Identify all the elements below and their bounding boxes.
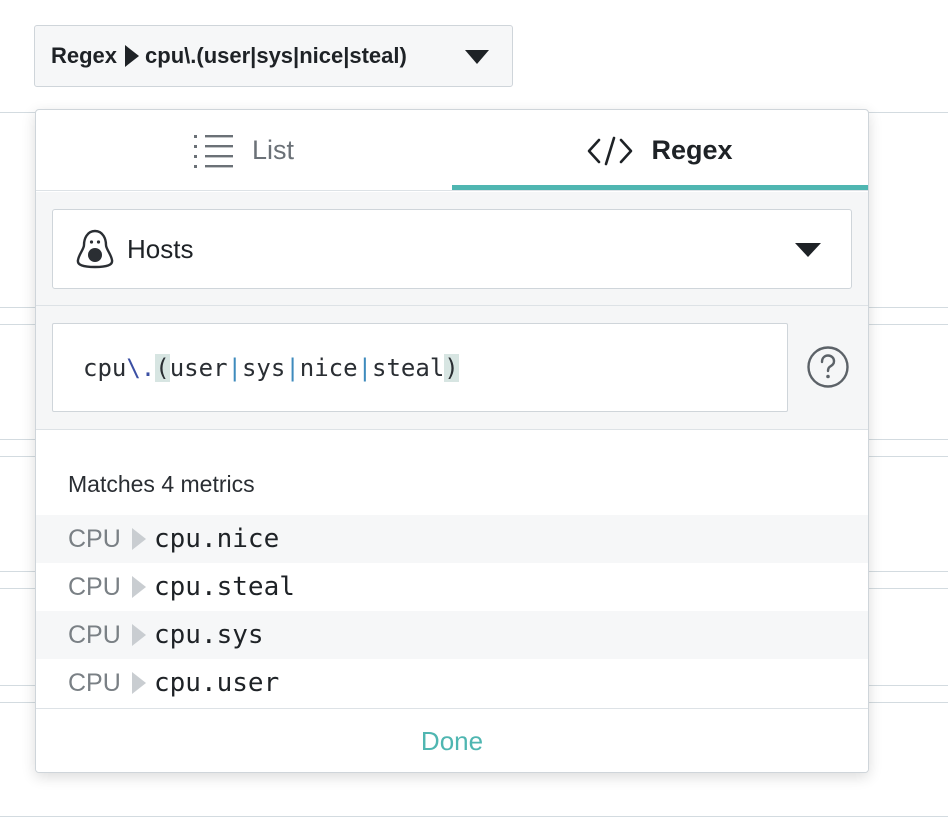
active-tab-indicator bbox=[452, 185, 868, 190]
regex-token: steal bbox=[372, 353, 445, 382]
help-icon[interactable] bbox=[806, 345, 850, 394]
regex-token: sys bbox=[241, 353, 286, 382]
scope-dropdown[interactable]: Hosts bbox=[52, 209, 852, 289]
breadcrumb-arrow-icon bbox=[132, 528, 146, 550]
metric-name: cpu.sys bbox=[154, 620, 264, 650]
tab-regex[interactable]: Regex bbox=[452, 110, 868, 191]
list-item[interactable]: CPU cpu.sys bbox=[36, 611, 868, 659]
regex-input[interactable]: cpu \.(user | sys | nice | steal) bbox=[52, 323, 788, 412]
metric-selector-trigger[interactable]: Regex cpu\.(user|sys|nice|steal) bbox=[34, 25, 513, 87]
caret-down-icon bbox=[465, 50, 489, 64]
regex-token: user bbox=[169, 353, 228, 382]
trigger-mode-label: Regex bbox=[51, 43, 118, 68]
results-list: Matches 4 metrics CPU cpu.nice CPU cpu.s… bbox=[36, 430, 868, 709]
penguin-icon bbox=[75, 229, 115, 269]
scope-section: Hosts bbox=[36, 192, 868, 306]
regex-group-close: ) bbox=[444, 353, 459, 382]
metric-category: CPU bbox=[68, 668, 121, 697]
list-icon bbox=[193, 134, 234, 168]
metric-name: cpu.nice bbox=[154, 524, 280, 554]
regex-group-open: ( bbox=[155, 353, 170, 382]
metric-name: cpu.user bbox=[154, 668, 280, 698]
list-item[interactable]: CPU cpu.steal bbox=[36, 563, 868, 611]
metric-name: cpu.steal bbox=[154, 572, 295, 602]
breadcrumb-arrow-icon bbox=[132, 624, 146, 646]
metric-selector-popover: List Regex Hosts cpu \. (user | sys | n… bbox=[35, 109, 869, 773]
caret-down-icon bbox=[795, 243, 821, 257]
breadcrumb-arrow-icon bbox=[125, 45, 140, 67]
trigger-pattern-label: cpu\.(user|sys|nice|steal) bbox=[145, 43, 407, 68]
metric-category: CPU bbox=[68, 524, 121, 553]
list-item[interactable]: CPU cpu.user bbox=[36, 659, 868, 707]
code-icon bbox=[587, 136, 633, 166]
popover-footer: Done bbox=[36, 708, 868, 772]
breadcrumb-arrow-icon bbox=[132, 576, 146, 598]
regex-token: cpu bbox=[83, 353, 127, 382]
metric-category: CPU bbox=[68, 620, 121, 649]
background-divider bbox=[0, 816, 948, 817]
breadcrumb-arrow-icon bbox=[132, 672, 146, 694]
regex-pipe: | bbox=[285, 353, 300, 382]
list-item[interactable]: CPU cpu.nice bbox=[36, 515, 868, 563]
regex-pipe: | bbox=[227, 353, 242, 382]
tab-list[interactable]: List bbox=[36, 110, 452, 191]
metric-category: CPU bbox=[68, 572, 121, 601]
results-count: Matches 4 metrics bbox=[68, 471, 255, 497]
regex-token: nice bbox=[299, 353, 358, 382]
regex-escape-token: \. bbox=[126, 353, 156, 382]
tab-regex-label: Regex bbox=[651, 135, 733, 165]
done-button[interactable]: Done bbox=[36, 709, 868, 772]
regex-pipe: | bbox=[357, 353, 373, 382]
tab-list-label: List bbox=[251, 135, 295, 165]
mode-tabs: List Regex bbox=[36, 110, 868, 191]
scope-label: Hosts bbox=[127, 233, 194, 264]
page: Regex cpu\.(user|sys|nice|steal) List Re… bbox=[0, 0, 948, 826]
regex-section: cpu \.(user | sys | nice | steal) bbox=[36, 306, 868, 430]
